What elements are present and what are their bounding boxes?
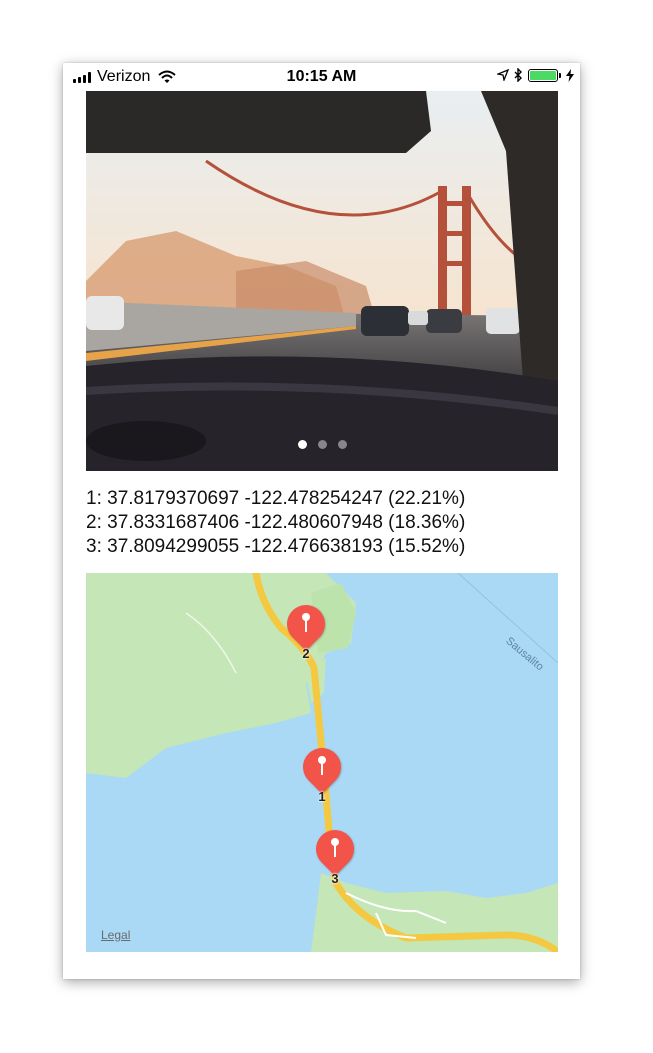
page-indicator[interactable] [86, 440, 558, 449]
map-view[interactable]: Sausalito 2 1 3 Legal [86, 573, 558, 952]
result-line: 2: 37.8331687406 -122.480607948 (18.36%) [86, 512, 466, 533]
page-dot[interactable] [337, 440, 347, 449]
map-pin-3[interactable]: 3 [308, 822, 362, 890]
battery-icon [528, 68, 561, 82]
map-pin-1[interactable]: 1 [295, 740, 349, 808]
location-arrow-icon [497, 69, 509, 81]
bluetooth-icon [514, 68, 522, 82]
results-list: 1: 37.8179370697 -122.478254247 (22.21%)… [86, 487, 558, 559]
status-bar: Verizon 10:15 AM [63, 63, 580, 91]
result-line: 3: 37.8094299055 -122.476638193 (15.52%) [86, 536, 466, 557]
pin-label: 2 [302, 646, 310, 661]
charging-bolt-icon [566, 68, 574, 82]
photo-carousel[interactable] [86, 91, 558, 471]
page-dot[interactable] [317, 440, 327, 449]
status-right [497, 68, 574, 82]
pin-label: 1 [318, 789, 326, 804]
result-line: 1: 37.8179370697 -122.478254247 (22.21%) [86, 488, 466, 509]
pin-label: 3 [331, 871, 339, 886]
map-pin-2[interactable]: 2 [279, 597, 333, 665]
legal-link[interactable]: Legal [101, 928, 130, 942]
golden-gate-photo [86, 91, 558, 471]
phone-screen: Verizon 10:15 AM 1: 37.8179370697 -122.4… [63, 63, 580, 979]
page-dot[interactable] [297, 440, 307, 449]
